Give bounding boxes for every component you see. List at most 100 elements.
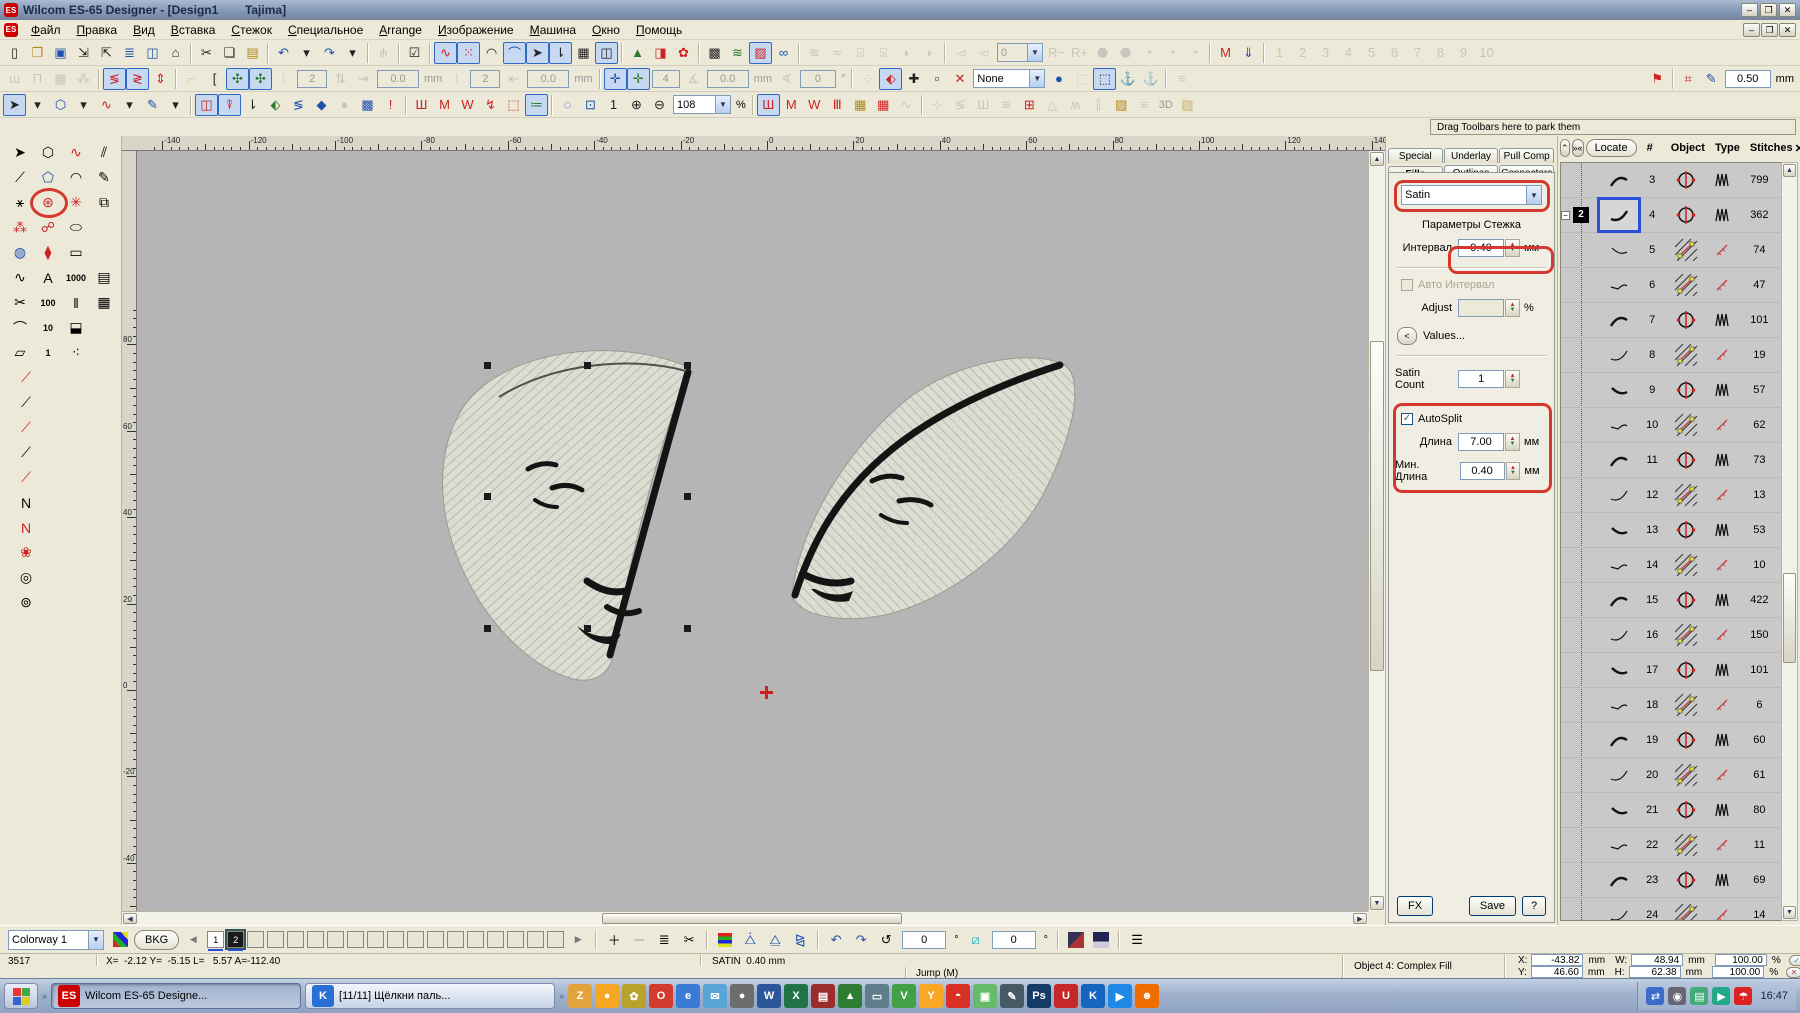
object-thumbnail[interactable] (1600, 410, 1638, 440)
len1-input[interactable]: 0.0 (377, 70, 419, 88)
object-thumbnail[interactable] (1600, 830, 1638, 860)
skew-icon[interactable]: ⧄ (965, 929, 987, 951)
color-swatch-empty[interactable] (507, 931, 524, 948)
pen-blue-icon[interactable]: ✎ (1700, 68, 1723, 90)
dither-icon[interactable]: ▨ (749, 42, 772, 64)
close-button[interactable]: ✕ (1779, 3, 1796, 17)
dist-input[interactable]: 0.0 (707, 70, 749, 88)
x-field[interactable]: -43.82 (1531, 954, 1583, 966)
menu-9[interactable]: Машина (522, 21, 584, 39)
tool-spiral[interactable]: ⊚ (12, 590, 40, 615)
obj-scroll-down-icon[interactable]: ▼ (1783, 906, 1796, 919)
save-bitmap-icon[interactable] (1090, 929, 1112, 951)
pin-icon[interactable]: ⍒ (218, 94, 241, 116)
options-icon[interactable]: ☑ (403, 42, 426, 64)
color-swatch-empty[interactable] (387, 931, 404, 948)
tool-shapes[interactable]: ⬓ (62, 315, 90, 340)
new-icon[interactable]: ▯ (3, 42, 26, 64)
grid-size-input[interactable]: 0.50 (1725, 70, 1771, 88)
speed-combo[interactable]: 0▼ (997, 43, 1043, 62)
paste-icon[interactable]: ▤ (241, 42, 264, 64)
taskbar-app-icon[interactable]: e (676, 984, 700, 1008)
taskbar-app-icon[interactable]: ✎ (1000, 984, 1024, 1008)
tool-curve[interactable]: ⌒ (6, 315, 34, 340)
taskbar-app-icon[interactable]: ☻ (1135, 984, 1159, 1008)
object-row-8[interactable]: 819 (1561, 338, 1781, 373)
zigzag-w-icon[interactable]: W (803, 94, 826, 116)
locate-button[interactable]: Locate (1586, 139, 1637, 157)
object-list-scrollbar[interactable]: ▲ ▼ (1781, 162, 1798, 921)
min-length-field[interactable]: 0.40 (1460, 462, 1505, 480)
zoom-box-icon[interactable]: ⊡ (579, 94, 602, 116)
underlay1-icon[interactable]: ≶ (103, 68, 126, 90)
copy-icon[interactable]: ❏ (218, 42, 241, 64)
object-row-24[interactable]: 2414 (1561, 898, 1781, 921)
object-thumbnail[interactable] (1600, 305, 1638, 335)
chevron-down-icon[interactable]: ▼ (1027, 44, 1042, 61)
pattern-box-icon[interactable]: ▩ (356, 94, 379, 116)
object-row-21[interactable]: 2180 (1561, 793, 1781, 828)
repeat-minus-icon[interactable]: R− (1045, 42, 1068, 64)
branch-icon[interactable]: ⋔ (372, 42, 395, 64)
export-design-icon[interactable]: ⇱ (95, 42, 118, 64)
color-swatch-empty[interactable] (447, 931, 464, 948)
stop2-icon[interactable]: ⬣ (1114, 42, 1137, 64)
needle-point-icon[interactable]: ⇂ (241, 94, 264, 116)
object-thumbnail[interactable] (1600, 445, 1638, 475)
run-ww-icon[interactable]: Ш (410, 94, 433, 116)
taskbar-app-icon[interactable]: ◓ (946, 984, 970, 1008)
tool-jump-a[interactable]: N (12, 490, 40, 515)
pen-tool-icon[interactable]: ✎ (141, 94, 164, 116)
tool-drop[interactable]: ⧫ (34, 240, 62, 265)
object-row-12[interactable]: 1213 (1561, 478, 1781, 513)
fx-zigzag-icon[interactable]: Ш (972, 94, 995, 116)
tool-jump-b[interactable]: N (12, 515, 40, 540)
machine-format-icon[interactable]: M (1214, 42, 1237, 64)
scroll-down-icon[interactable]: ▼ (1370, 896, 1384, 910)
autosplit-checkbox[interactable]: ✓ (1401, 413, 1413, 425)
tool-lettering[interactable]: A (34, 265, 62, 290)
cancel-icon[interactable]: ✕ (1786, 967, 1800, 978)
bookmark-8-icon[interactable]: 8 (1429, 42, 1452, 64)
swatch-scroll-left-icon[interactable]: ◀ (182, 929, 204, 951)
tray-icon[interactable]: ⇄ (1646, 987, 1664, 1005)
fx-bars-icon[interactable]: ⫿ (1087, 94, 1110, 116)
object-thumbnail[interactable] (1600, 865, 1638, 895)
c2-icon[interactable]: ◔ (1160, 42, 1183, 64)
color-swatch-empty[interactable] (247, 931, 264, 948)
redo-dd-icon[interactable]: ▾ (341, 42, 364, 64)
fx-triangle-icon[interactable]: △ (1041, 94, 1064, 116)
taskbar-app-icon[interactable]: Y (919, 984, 943, 1008)
pick-color-icon[interactable]: ✂ (678, 929, 700, 951)
tool-ellipse[interactable]: ⬭ (62, 215, 90, 240)
select-box-icon[interactable]: ⬚ (1070, 68, 1093, 90)
scale-y-field[interactable]: 100.00 (1712, 966, 1764, 978)
menu-6[interactable]: Специальное (280, 21, 371, 39)
bookmark-1-icon[interactable]: 1 (1268, 42, 1291, 64)
color-swatch-empty[interactable] (407, 931, 424, 948)
adjust-field[interactable] (1458, 299, 1504, 317)
taskbar-app-icon[interactable]: K (1081, 984, 1105, 1008)
auto-interval-checkbox[interactable] (1401, 279, 1413, 291)
taskbar-app-icon[interactable]: ▣ (973, 984, 997, 1008)
color-swatch-2[interactable]: 2 (227, 931, 244, 948)
chevron-down-icon[interactable]: ▼ (1526, 186, 1541, 204)
object-thumbnail[interactable] (1600, 200, 1638, 230)
canvas-horizontal-scrollbar[interactable]: ◀ ▶ (122, 911, 1368, 925)
mdi-restore-button[interactable]: ❐ (1761, 23, 1778, 37)
scroll-right-icon[interactable]: ▶ (1353, 913, 1367, 924)
fx-florentine-icon[interactable]: ⊹ (926, 94, 949, 116)
guide-combo[interactable]: None▼ (973, 69, 1045, 88)
h-field[interactable]: 62.38 (1629, 966, 1681, 978)
tab-special[interactable]: Special (1388, 148, 1443, 163)
dots2-icon[interactable]: ⁝ (445, 68, 468, 90)
pointer-view-icon[interactable]: ➤ (526, 42, 549, 64)
object-row-13[interactable]: 1353 (1561, 513, 1781, 548)
object-thumbnail[interactable] (1600, 515, 1638, 545)
object-row-19[interactable]: 1960 (1561, 723, 1781, 758)
chevron-down-icon[interactable]: ▼ (715, 96, 730, 113)
spin1-icon[interactable]: ⇅ (329, 68, 352, 90)
hscroll-thumb[interactable] (602, 913, 902, 924)
object-thumbnail[interactable] (1600, 585, 1638, 615)
zoom-1-icon[interactable]: 1 (602, 94, 625, 116)
